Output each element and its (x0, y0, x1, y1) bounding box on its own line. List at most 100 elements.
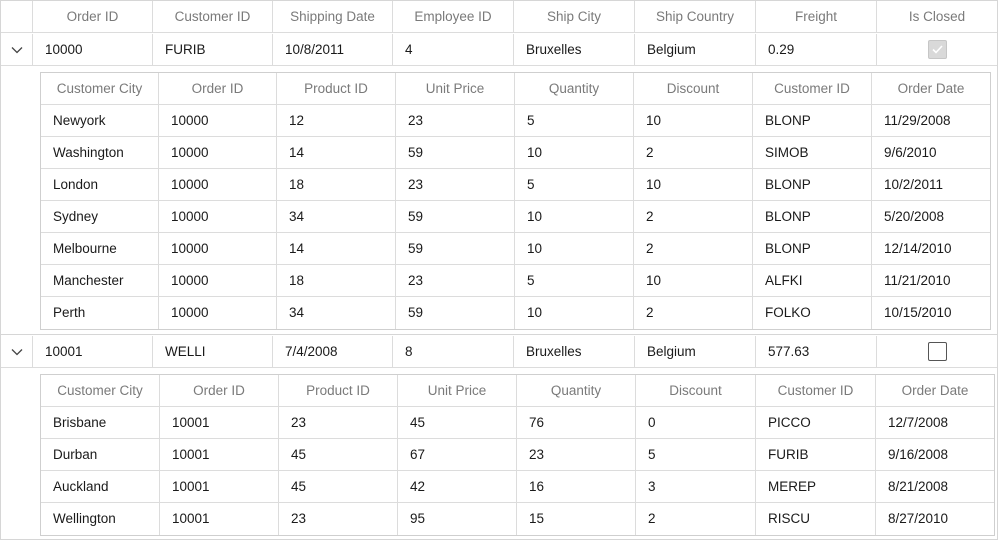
cell-shipping-date[interactable]: 7/4/2008 (273, 336, 393, 368)
detail-cell-unit-price[interactable]: 23 (396, 169, 515, 201)
detail-cell-order-id[interactable]: 10000 (159, 265, 277, 297)
detail-cell-unit-price[interactable]: 23 (396, 105, 515, 137)
detail-row[interactable]: Perth 10000 34 59 10 2 FOLKO 10/15/2010 (41, 297, 990, 329)
column-header-ship-country[interactable]: Ship Country (635, 1, 756, 33)
detail-cell-customer-city[interactable]: Auckland (41, 471, 160, 503)
detail-cell-discount[interactable]: 2 (634, 137, 753, 169)
detail-cell-product-id[interactable]: 18 (277, 265, 396, 297)
detail-header-quantity[interactable]: Quantity (517, 375, 636, 407)
detail-cell-quantity[interactable]: 15 (517, 503, 636, 535)
detail-cell-unit-price[interactable]: 23 (396, 265, 515, 297)
detail-cell-product-id[interactable]: 23 (279, 503, 398, 535)
detail-row[interactable]: Auckland 10001 45 42 16 3 MEREP 8/21/2008 (41, 471, 994, 503)
detail-cell-unit-price[interactable]: 59 (396, 297, 515, 329)
is-closed-checkbox[interactable] (927, 40, 947, 59)
detail-cell-customer-city[interactable]: Washington (41, 137, 159, 169)
detail-cell-customer-city[interactable]: Perth (41, 297, 159, 329)
detail-cell-customer-id[interactable]: SIMOB (753, 137, 872, 169)
column-header-shipping-date[interactable]: Shipping Date (273, 1, 393, 33)
detail-cell-order-date[interactable]: 12/7/2008 (876, 407, 994, 439)
is-closed-checkbox[interactable] (927, 342, 947, 361)
detail-cell-unit-price[interactable]: 95 (398, 503, 517, 535)
detail-cell-discount[interactable]: 10 (634, 169, 753, 201)
detail-cell-order-date[interactable]: 9/16/2008 (876, 439, 994, 471)
detail-cell-discount[interactable]: 5 (636, 439, 756, 471)
cell-freight[interactable]: 0.29 (756, 34, 877, 66)
detail-cell-unit-price[interactable]: 42 (398, 471, 517, 503)
detail-row[interactable]: Manchester 10000 18 23 5 10 ALFKI 11/21/2010 (41, 265, 990, 297)
cell-employee-id[interactable]: 4 (393, 34, 514, 66)
column-header-ship-city[interactable]: Ship City (514, 1, 635, 33)
detail-cell-order-id[interactable]: 10000 (159, 105, 277, 137)
detail-header-unit-price[interactable]: Unit Price (398, 375, 517, 407)
master-row-10000[interactable]: 10000 FURIB 10/8/2011 4 Bruxelles Belgiu… (1, 34, 997, 66)
detail-cell-unit-price[interactable]: 59 (396, 233, 515, 265)
detail-cell-unit-price[interactable]: 59 (396, 201, 515, 233)
detail-cell-discount[interactable]: 2 (636, 503, 756, 535)
detail-cell-customer-id[interactable]: BLONP (753, 169, 872, 201)
detail-header-order-date[interactable]: Order Date (872, 73, 990, 105)
detail-cell-customer-city[interactable]: Durban (41, 439, 160, 471)
cell-order-id[interactable]: 10001 (33, 336, 153, 368)
cell-ship-city[interactable]: Bruxelles (514, 34, 635, 66)
detail-cell-customer-id[interactable]: ALFKI (753, 265, 872, 297)
expand-toggle[interactable] (1, 34, 33, 66)
detail-cell-product-id[interactable]: 12 (277, 105, 396, 137)
detail-cell-customer-id[interactable]: BLONP (753, 201, 872, 233)
detail-cell-customer-id[interactable]: FOLKO (753, 297, 872, 329)
detail-cell-customer-city[interactable]: Melbourne (41, 233, 159, 265)
detail-row[interactable]: Sydney 10000 34 59 10 2 BLONP 5/20/2008 (41, 201, 990, 233)
detail-cell-order-date[interactable]: 5/20/2008 (872, 201, 990, 233)
cell-is-closed[interactable] (877, 34, 997, 66)
detail-cell-discount[interactable]: 10 (634, 265, 753, 297)
cell-order-id[interactable]: 10000 (33, 34, 153, 66)
detail-cell-unit-price[interactable]: 67 (398, 439, 517, 471)
detail-header-customer-id[interactable]: Customer ID (753, 73, 872, 105)
detail-cell-customer-city[interactable]: Newyork (41, 105, 159, 137)
detail-cell-quantity[interactable]: 10 (515, 201, 634, 233)
column-header-customer-id[interactable]: Customer ID (153, 1, 273, 33)
detail-cell-product-id[interactable]: 45 (279, 471, 398, 503)
detail-cell-order-id[interactable]: 10001 (160, 439, 279, 471)
detail-cell-quantity[interactable]: 76 (517, 407, 636, 439)
detail-cell-customer-city[interactable]: Manchester (41, 265, 159, 297)
detail-header-unit-price[interactable]: Unit Price (396, 73, 515, 105)
detail-row[interactable]: London 10000 18 23 5 10 BLONP 10/2/2011 (41, 169, 990, 201)
detail-cell-customer-id[interactable]: BLONP (753, 105, 872, 137)
detail-cell-quantity[interactable]: 10 (515, 297, 634, 329)
detail-header-customer-city[interactable]: Customer City (41, 375, 160, 407)
detail-cell-order-date[interactable]: 9/6/2010 (872, 137, 990, 169)
column-header-freight[interactable]: Freight (756, 1, 877, 33)
cell-ship-city[interactable]: Bruxelles (514, 336, 635, 368)
column-header-is-closed[interactable]: Is Closed (877, 1, 997, 33)
detail-cell-customer-id[interactable]: BLONP (753, 233, 872, 265)
cell-freight[interactable]: 577.63 (756, 336, 877, 368)
detail-header-order-date[interactable]: Order Date (876, 375, 994, 407)
detail-cell-quantity[interactable]: 10 (515, 137, 634, 169)
cell-ship-country[interactable]: Belgium (635, 336, 756, 368)
detail-header-discount[interactable]: Discount (636, 375, 756, 407)
detail-cell-quantity[interactable]: 5 (515, 105, 634, 137)
detail-header-order-id[interactable]: Order ID (159, 73, 277, 105)
detail-cell-order-id[interactable]: 10000 (159, 201, 277, 233)
detail-cell-customer-id[interactable]: PICCO (756, 407, 876, 439)
detail-cell-unit-price[interactable]: 45 (398, 407, 517, 439)
detail-cell-product-id[interactable]: 14 (277, 233, 396, 265)
detail-header-product-id[interactable]: Product ID (277, 73, 396, 105)
detail-cell-quantity[interactable]: 16 (517, 471, 636, 503)
detail-header-order-id[interactable]: Order ID (160, 375, 279, 407)
detail-cell-order-date[interactable]: 12/14/2010 (872, 233, 990, 265)
detail-cell-customer-city[interactable]: London (41, 169, 159, 201)
detail-cell-discount[interactable]: 3 (636, 471, 756, 503)
detail-cell-quantity[interactable]: 10 (515, 233, 634, 265)
detail-cell-order-date[interactable]: 11/29/2008 (872, 105, 990, 137)
detail-cell-customer-id[interactable]: RISCU (756, 503, 876, 535)
detail-row[interactable]: Washington 10000 14 59 10 2 SIMOB 9/6/2010 (41, 137, 990, 169)
detail-cell-order-id[interactable]: 10001 (160, 471, 279, 503)
detail-cell-customer-city[interactable]: Sydney (41, 201, 159, 233)
detail-cell-product-id[interactable]: 14 (277, 137, 396, 169)
detail-cell-quantity[interactable]: 5 (515, 169, 634, 201)
detail-row[interactable]: Newyork 10000 12 23 5 10 BLONP 11/29/2008 (41, 105, 990, 137)
detail-cell-discount[interactable]: 0 (636, 407, 756, 439)
detail-row[interactable]: Brisbane 10001 23 45 76 0 PICCO 12/7/2008 (41, 407, 994, 439)
